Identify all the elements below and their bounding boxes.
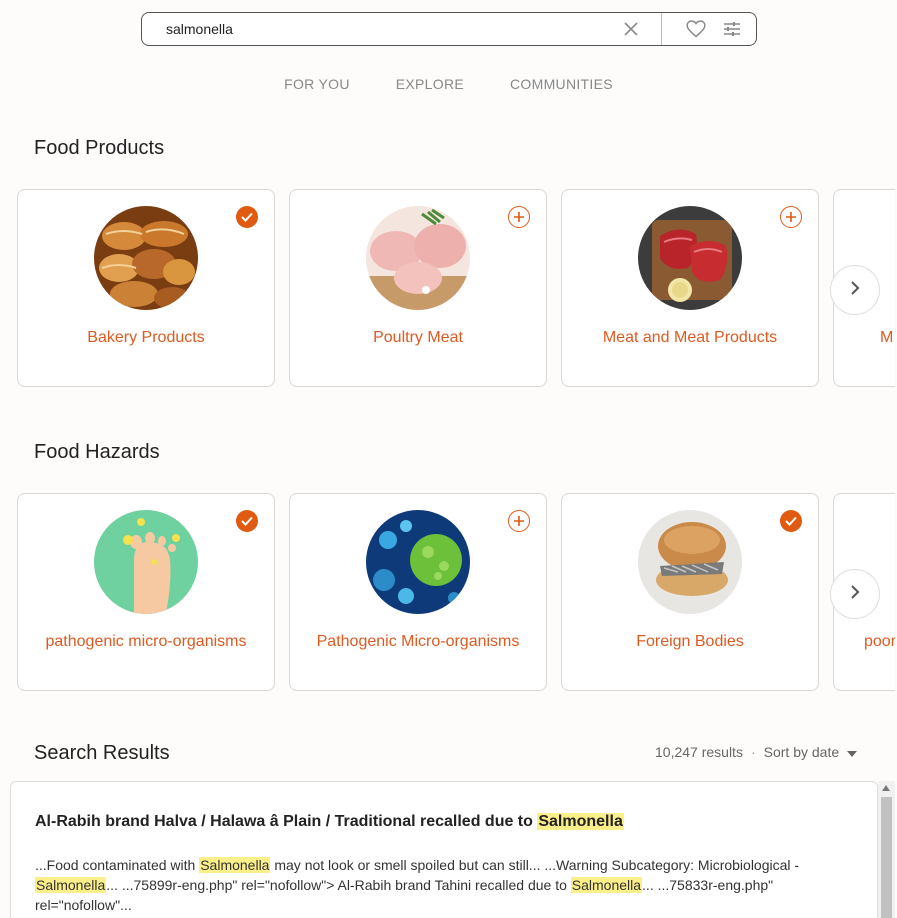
card-pathogenic-micro-organisms-2[interactable]: Pathogenic Micro-organisms (289, 493, 547, 691)
tab-for-you[interactable]: FOR YOU (284, 76, 350, 92)
search-result-list: Al-Rabih brand Halva / Halawa â Plain / … (10, 781, 878, 918)
highlight: Salmonella (537, 813, 624, 830)
snippet-text: ... ...75899r-eng.php" rel="nofollow"> A… (106, 877, 571, 893)
card-label: Pathogenic Micro-organisms (316, 633, 520, 650)
nav-tabs: FOR YOU EXPLORE COMMUNITIES (0, 76, 897, 92)
card-foreign-bodies[interactable]: Foreign Bodies (561, 493, 819, 691)
heart-icon[interactable] (678, 13, 714, 45)
chevron-right-icon (850, 584, 860, 605)
result-title-text: Al-Rabih brand Halva / Halawa â Plain / … (35, 813, 538, 830)
meat-image (638, 206, 742, 310)
add-icon[interactable] (780, 206, 802, 228)
sliders-icon[interactable] (714, 13, 750, 45)
foreign-bodies-image (638, 510, 742, 614)
caret-down-icon (847, 744, 858, 760)
scroll-thumb[interactable] (881, 797, 892, 918)
card-meat-and-meat-products[interactable]: Meat and Meat Products (561, 189, 819, 387)
card-label: Poultry Meat (373, 329, 463, 346)
scrollbar[interactable] (878, 781, 895, 918)
food-hazards-title: Food Hazards (34, 441, 160, 463)
result-title-link[interactable]: Al-Rabih brand Halva / Halawa â Plain / … (35, 813, 624, 831)
food-products-title: Food Products (34, 137, 165, 159)
card-label: pathogenic micro-organisms (45, 633, 247, 650)
sort-label: Sort by date (763, 744, 840, 760)
card-label: Foreign Bodies (636, 633, 744, 650)
snippet-text: ...Food contaminated with (35, 857, 200, 873)
food-hazards-carousel: pathogenic micro-organisms Pathogenic Mi… (17, 493, 895, 691)
microbes-image (366, 510, 470, 614)
card-label: poor (864, 633, 895, 650)
chevron-right-icon (850, 280, 860, 301)
highlight: Salmonella (199, 857, 271, 873)
card-label: M (880, 329, 894, 346)
card-poultry-meat[interactable]: Poultry Meat (289, 189, 547, 387)
results-meta: 10,247 results · Sort by date (655, 744, 858, 760)
card-pathogenic-micro-organisms[interactable]: pathogenic micro-organisms (17, 493, 275, 691)
result-snippet: ...Food contaminated with Salmonella may… (35, 855, 865, 915)
search-results-title: Search Results (34, 742, 170, 764)
selected-check-icon[interactable] (236, 510, 258, 532)
search-divider (661, 13, 662, 45)
tab-communities[interactable]: COMMUNITIES (510, 76, 613, 92)
card-label: Meat and Meat Products (602, 329, 778, 346)
carousel-next-button[interactable] (830, 265, 880, 315)
snippet-text: may not look or smell spoiled but can st… (270, 857, 800, 873)
card-label: Bakery Products (87, 329, 205, 346)
carousel-next-button[interactable] (830, 569, 880, 619)
results-count: 10,247 results (655, 744, 743, 760)
scroll-up-arrow-icon[interactable] (882, 785, 890, 791)
food-products-carousel: Bakery Products Poultry Meat Meat and Me… (17, 189, 895, 387)
search-input[interactable] (142, 13, 611, 45)
separator: · (750, 744, 756, 760)
sort-dropdown[interactable]: Sort by date (764, 744, 858, 760)
add-icon[interactable] (508, 206, 530, 228)
search-bar (141, 12, 757, 46)
highlight: Salmonella (35, 877, 107, 893)
card-bakery-products[interactable]: Bakery Products (17, 189, 275, 387)
tab-explore[interactable]: EXPLORE (396, 76, 464, 92)
selected-check-icon[interactable] (780, 510, 802, 532)
pathogen-foot-image (94, 510, 198, 614)
selected-check-icon[interactable] (236, 206, 258, 228)
add-icon[interactable] (508, 510, 530, 532)
close-icon[interactable] (611, 13, 651, 45)
poultry-meat-image (366, 206, 470, 310)
highlight: Salmonella (570, 877, 643, 893)
bakery-products-image (94, 206, 198, 310)
